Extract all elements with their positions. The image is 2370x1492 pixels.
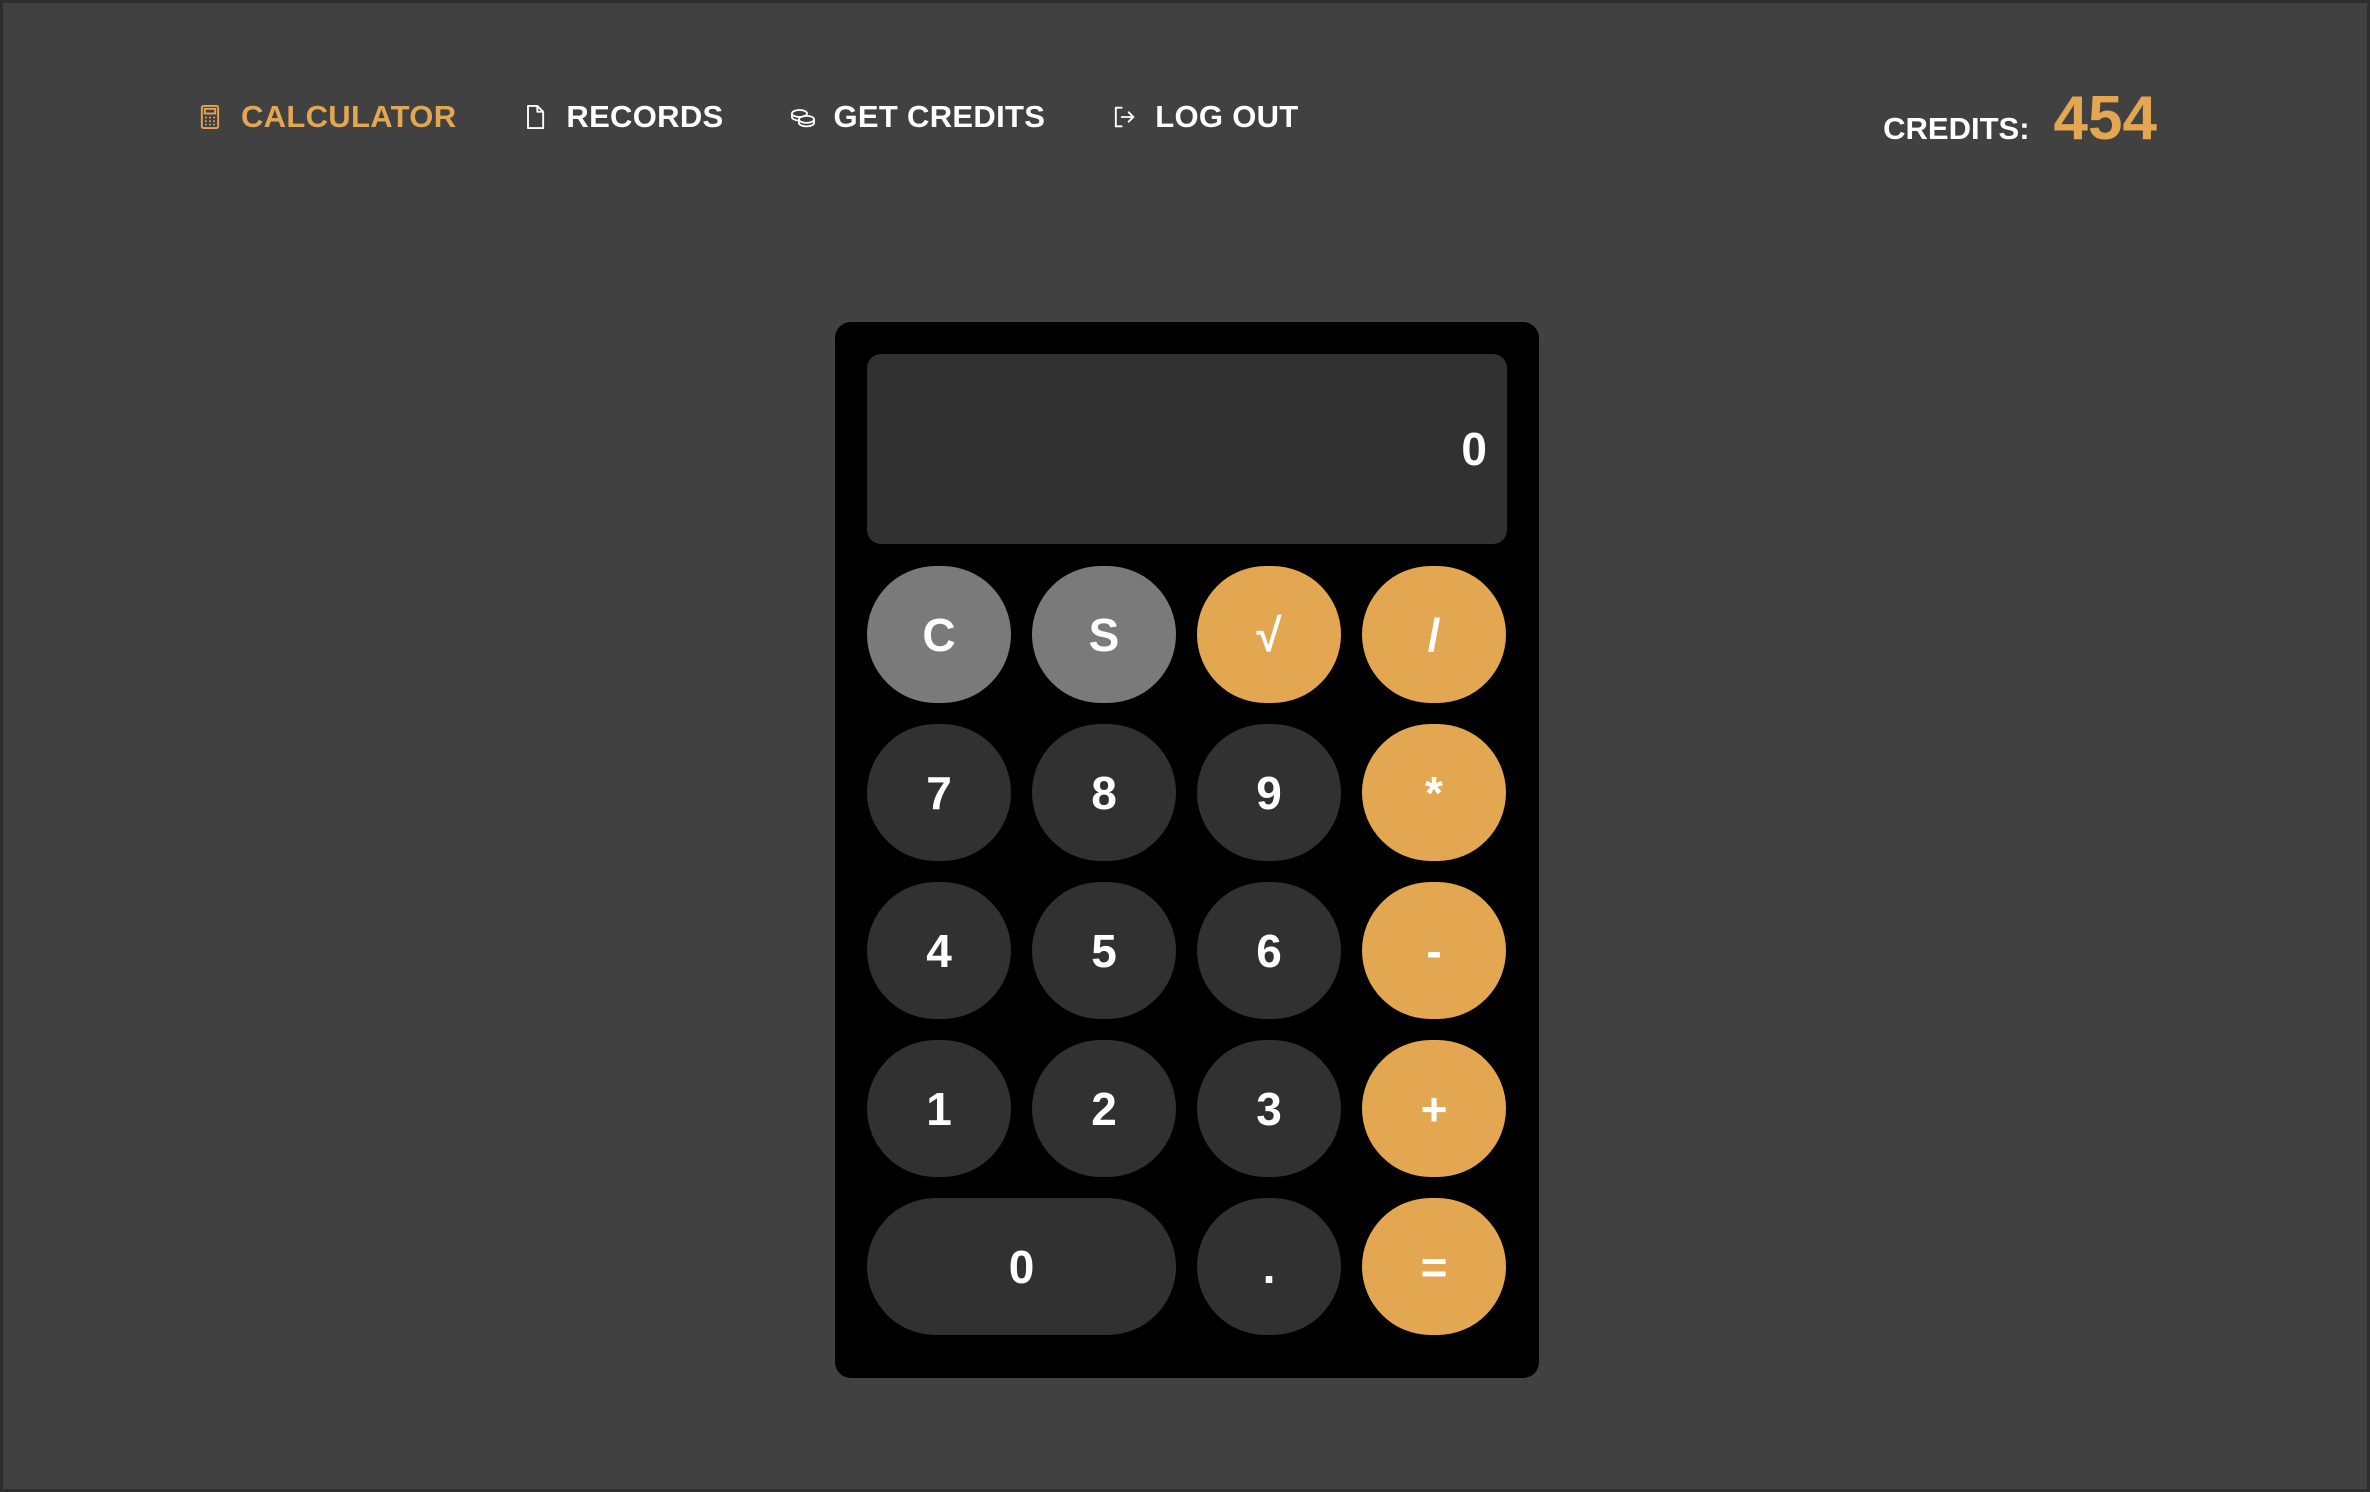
document-icon xyxy=(520,102,550,132)
key-s[interactable]: S xyxy=(1032,566,1176,703)
nav-records[interactable]: RECORDS xyxy=(520,99,723,135)
calculator-display: 0 xyxy=(867,354,1507,544)
credits-value: 454 xyxy=(2053,84,2157,153)
nav-calculator[interactable]: CALCULATOR xyxy=(195,99,456,135)
nav-records-label: RECORDS xyxy=(566,99,724,134)
coins-icon xyxy=(788,102,818,132)
credits-label: CREDITS: xyxy=(1883,111,2030,146)
key-equals[interactable]: = xyxy=(1362,1198,1506,1335)
key-clear[interactable]: C xyxy=(867,566,1011,703)
logout-icon xyxy=(1109,102,1139,132)
key-sqrt[interactable]: √ xyxy=(1197,566,1341,703)
key-1[interactable]: 1 xyxy=(867,1040,1011,1177)
key-divide[interactable]: / xyxy=(1362,566,1506,703)
key-5[interactable]: 5 xyxy=(1032,882,1176,1019)
key-4[interactable]: 4 xyxy=(867,882,1011,1019)
key-2[interactable]: 2 xyxy=(1032,1040,1176,1177)
key-subtract[interactable]: - xyxy=(1362,882,1506,1019)
key-0[interactable]: 0 xyxy=(867,1198,1176,1335)
calculator-keypad: C S √ / 7 8 9 * 4 5 6 - 1 2 3 + 0 . = xyxy=(867,566,1507,1335)
credits-counter: CREDITS: 454 xyxy=(1883,83,2157,154)
nav-log-out[interactable]: LOG OUT xyxy=(1109,99,1298,135)
main-nav: CALCULATOR RECORDS GET CREDITS LOG OUT xyxy=(195,99,1363,135)
key-3[interactable]: 3 xyxy=(1197,1040,1341,1177)
nav-get-credits[interactable]: GET CREDITS xyxy=(788,99,1046,135)
key-8[interactable]: 8 xyxy=(1032,724,1176,861)
key-multiply[interactable]: * xyxy=(1362,724,1506,861)
key-6[interactable]: 6 xyxy=(1197,882,1341,1019)
key-7[interactable]: 7 xyxy=(867,724,1011,861)
key-add[interactable]: + xyxy=(1362,1040,1506,1177)
nav-calculator-label: CALCULATOR xyxy=(241,99,457,134)
nav-get-credits-label: GET CREDITS xyxy=(833,99,1046,134)
key-9[interactable]: 9 xyxy=(1197,724,1341,861)
nav-log-out-label: LOG OUT xyxy=(1155,99,1299,134)
calculator: 0 C S √ / 7 8 9 * 4 5 6 - 1 2 3 + 0 . = xyxy=(835,322,1539,1378)
key-decimal[interactable]: . xyxy=(1197,1198,1341,1335)
calculator-icon xyxy=(195,102,225,132)
